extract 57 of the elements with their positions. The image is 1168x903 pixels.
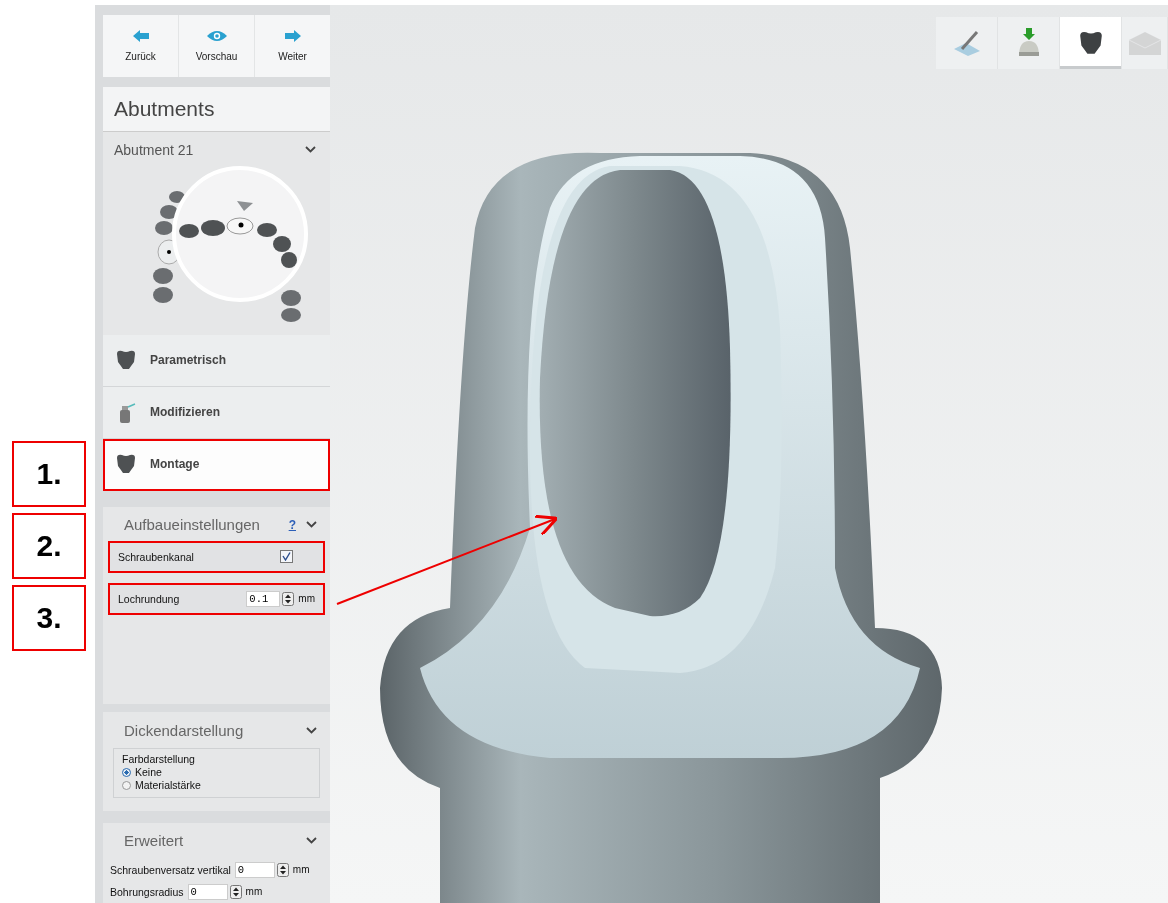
tooth[interactable] bbox=[160, 204, 178, 219]
callout-number: 2. bbox=[12, 513, 86, 579]
unit-label: mm bbox=[292, 864, 310, 876]
abutment-icon bbox=[115, 454, 137, 475]
chevron-down-icon[interactable] bbox=[306, 837, 317, 845]
chevron-down-icon[interactable] bbox=[306, 521, 317, 529]
field-label: Lochrundung bbox=[118, 592, 180, 605]
preview-button[interactable]: Vorschau bbox=[179, 15, 255, 78]
tooth[interactable] bbox=[257, 222, 277, 237]
section-title: Dickendarstellung bbox=[124, 721, 245, 739]
tooth[interactable] bbox=[281, 251, 297, 268]
checkbox[interactable] bbox=[280, 550, 293, 564]
tooth[interactable] bbox=[201, 219, 225, 236]
tooth[interactable] bbox=[179, 223, 199, 238]
unit-label: mm bbox=[245, 886, 263, 898]
group-label: Farbdarstellung bbox=[122, 753, 196, 766]
arrow-right-icon bbox=[284, 30, 301, 43]
tooth[interactable] bbox=[281, 289, 301, 306]
help-link[interactable]: ? bbox=[288, 517, 296, 532]
panel-title: Abutments bbox=[103, 87, 330, 132]
eye-icon bbox=[205, 30, 228, 43]
chevron-down-icon[interactable] bbox=[305, 146, 316, 154]
tooth[interactable] bbox=[155, 220, 173, 235]
spinner-icon[interactable] bbox=[229, 885, 242, 899]
tooth[interactable] bbox=[153, 267, 173, 284]
workflow-step[interactable]: Montage bbox=[103, 438, 330, 491]
section-title: Aufbaueinstellungen bbox=[124, 516, 261, 534]
back-button[interactable]: Zurück bbox=[103, 15, 179, 78]
callout-number: 3. bbox=[12, 585, 86, 651]
radio-option[interactable]: Materialstärke bbox=[122, 779, 311, 792]
arrow-left-icon bbox=[132, 30, 149, 43]
callout-number: 1. bbox=[12, 441, 86, 507]
number-field[interactable]: 0.1 bbox=[246, 590, 281, 607]
workflow-step[interactable]: Modifizieren bbox=[103, 386, 330, 439]
workflow-step[interactable]: Parametrisch bbox=[103, 334, 330, 387]
abutment-icon bbox=[115, 350, 137, 371]
number-field[interactable]: 0 bbox=[187, 884, 228, 900]
abutment-selector-label: Abutment 21 bbox=[114, 141, 194, 158]
3d-viewport[interactable] bbox=[330, 5, 1168, 903]
spinner-icon[interactable] bbox=[282, 591, 295, 606]
field-label: Schraubenversatz vertikal bbox=[110, 864, 231, 876]
section-title: Erweitert bbox=[124, 832, 185, 850]
field-label: Schraubenkanal bbox=[118, 550, 194, 563]
envelope-icon bbox=[1127, 30, 1162, 56]
number-field[interactable]: 0 bbox=[234, 862, 275, 878]
radio-option[interactable]: Keine bbox=[122, 766, 311, 779]
unit-label: mm bbox=[298, 593, 315, 605]
tooth[interactable] bbox=[281, 307, 301, 322]
workflow-step-button[interactable] bbox=[1060, 17, 1122, 69]
tooth[interactable] bbox=[153, 286, 173, 303]
spinner-icon[interactable] bbox=[276, 863, 289, 877]
chevron-down-icon[interactable] bbox=[306, 726, 317, 734]
next-button[interactable]: Weiter bbox=[255, 15, 330, 78]
tooth[interactable] bbox=[273, 235, 291, 252]
triangle-pointer-icon bbox=[237, 200, 253, 211]
field-label: Bohrungsradius bbox=[110, 886, 184, 898]
selected-tooth-marker[interactable] bbox=[226, 217, 254, 235]
